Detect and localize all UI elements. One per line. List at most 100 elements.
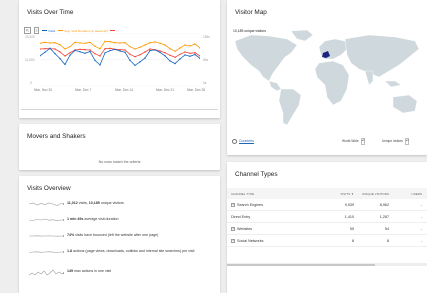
data-point[interactable] [189, 45, 191, 47]
data-point[interactable] [84, 49, 86, 51]
overview-row[interactable]: 11,012 visits, 10,189 unique visitors [29, 201, 215, 207]
data-point[interactable] [69, 52, 71, 54]
data-point[interactable] [194, 52, 196, 54]
data-point[interactable] [54, 48, 56, 50]
expand-icon[interactable]: + [231, 202, 235, 207]
data-point[interactable] [144, 51, 146, 53]
data-point[interactable] [84, 42, 86, 44]
data-point[interactable] [159, 51, 161, 54]
horizontal-scrollbar[interactable] [227, 263, 427, 266]
legend-item-visits[interactable]: Visits [42, 29, 55, 33]
data-point[interactable] [139, 54, 141, 56]
data-point[interactable] [89, 50, 91, 53]
data-point[interactable] [139, 61, 141, 63]
metric-select[interactable]: Unique visitors ▴▾ [382, 137, 409, 145]
data-point[interactable] [114, 48, 116, 51]
data-point[interactable] [74, 41, 76, 43]
data-point[interactable] [59, 51, 61, 53]
overview-row[interactable]: 149 max actions in one visit [29, 269, 215, 277]
data-point[interactable] [119, 42, 121, 44]
overview-row[interactable]: 1.8 actions (page views, downloads, outl… [29, 249, 215, 255]
data-point[interactable] [184, 44, 186, 46]
column-header-channel-type[interactable]: CHANNEL TYPE [231, 192, 254, 196]
data-point[interactable] [159, 42, 161, 44]
data-point[interactable] [174, 62, 176, 65]
table-row[interactable]: + Websites 55 54 - [227, 223, 427, 235]
data-point[interactable] [129, 59, 131, 62]
data-point[interactable] [184, 51, 186, 53]
export-icon[interactable]: ⇱ [24, 27, 31, 34]
data-point[interactable] [184, 54, 186, 56]
data-point[interactable] [109, 49, 111, 52]
data-point[interactable] [154, 41, 156, 43]
data-point[interactable] [69, 54, 71, 56]
world-map-svg[interactable] [229, 27, 427, 131]
data-point[interactable] [94, 45, 96, 47]
expand-icon[interactable]: + [231, 238, 235, 243]
data-point[interactable] [174, 56, 176, 58]
data-point[interactable] [49, 42, 51, 44]
data-point[interactable] [79, 51, 81, 53]
expand-icon[interactable]: + [231, 226, 235, 231]
data-point[interactable] [179, 58, 181, 60]
legend-item-third[interactable]: ... [110, 29, 119, 33]
data-point[interactable] [79, 48, 81, 50]
data-point[interactable] [169, 60, 171, 62]
data-point[interactable] [40, 48, 41, 50]
data-point[interactable] [89, 49, 91, 51]
legend-item-duration[interactable]: Avg. Visit Duration (in seconds) [58, 29, 107, 33]
data-point[interactable] [129, 46, 131, 48]
data-point[interactable] [124, 51, 126, 53]
data-point[interactable] [119, 50, 121, 52]
data-point[interactable] [149, 48, 151, 50]
data-point[interactable] [44, 48, 46, 50]
data-point[interactable] [104, 52, 106, 54]
data-point[interactable] [164, 55, 166, 57]
series-picker-icon[interactable]: ≡ [34, 27, 39, 34]
column-header-unique-visitors[interactable]: UNIQUE VISITORS [362, 192, 389, 196]
visits-line-chart[interactable] [40, 33, 200, 86]
table-row[interactable]: + Search Engines 9,539 8,962 - [227, 199, 427, 211]
column-header-visits[interactable]: VISITS ▼ [340, 192, 354, 196]
data-point[interactable] [194, 53, 196, 56]
data-point[interactable] [94, 53, 96, 55]
world-map[interactable] [229, 27, 427, 131]
data-point[interactable] [89, 41, 91, 43]
data-point[interactable] [134, 56, 136, 58]
data-point[interactable] [164, 44, 166, 46]
countries-link[interactable]: Countries [239, 139, 254, 143]
data-point[interactable] [114, 42, 116, 44]
countries-radio[interactable] [232, 138, 237, 144]
data-point[interactable] [124, 42, 126, 44]
data-point[interactable] [144, 57, 146, 59]
data-point[interactable] [119, 49, 121, 51]
data-point[interactable] [49, 47, 51, 49]
data-point[interactable] [54, 52, 56, 55]
data-point[interactable] [79, 42, 81, 44]
overview-row[interactable]: 74% visits have bounced (left the websit… [29, 233, 215, 239]
data-point[interactable] [59, 44, 61, 46]
data-point[interactable] [104, 40, 106, 42]
data-point[interactable] [44, 41, 46, 43]
data-point[interactable] [179, 47, 181, 49]
table-row[interactable]: Direct Entry 1,410 1,287 - [227, 211, 427, 223]
data-point[interactable] [139, 46, 141, 48]
data-point[interactable] [64, 63, 66, 66]
column-header-users[interactable]: USERS [412, 192, 422, 196]
data-point[interactable] [104, 48, 106, 50]
data-point[interactable] [64, 55, 66, 57]
data-point[interactable] [109, 47, 111, 49]
data-point[interactable] [169, 54, 171, 56]
data-point[interactable] [164, 52, 166, 54]
data-point[interactable] [129, 53, 131, 55]
data-point[interactable] [54, 42, 56, 44]
data-point[interactable] [194, 43, 196, 45]
region-select[interactable]: World-Wide ▴▾ [342, 137, 365, 145]
data-point[interactable] [84, 52, 86, 54]
data-point[interactable] [59, 57, 61, 60]
data-point[interactable] [109, 41, 111, 43]
data-point[interactable] [189, 55, 191, 57]
data-point[interactable] [69, 46, 71, 48]
data-point[interactable] [94, 59, 96, 62]
data-point[interactable] [99, 64, 101, 66]
